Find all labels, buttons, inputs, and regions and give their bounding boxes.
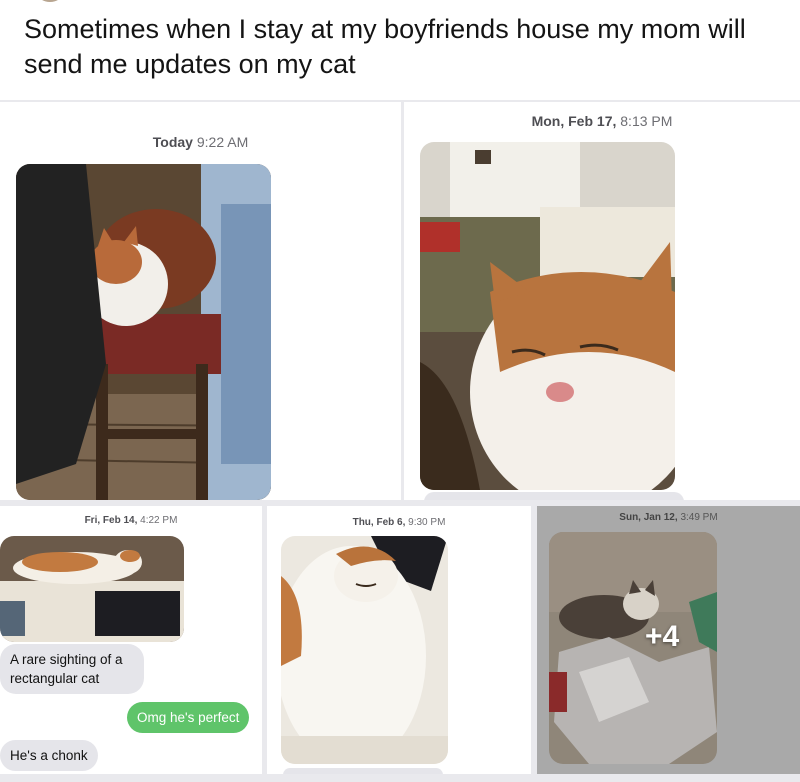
screenshot-feb-14: Fri, Feb 14, 4:22 PM A rare sighting of …: [0, 506, 262, 774]
timestamp-time: 9:22 AM: [196, 134, 249, 150]
post-caption: Sometimes when I stay at my boyfriends h…: [24, 14, 746, 79]
sent-message: Omg he's perfect: [127, 702, 250, 733]
message-bubble-partial: [283, 768, 443, 774]
timestamp-time: 4:22 PM: [140, 515, 178, 526]
screenshot-feb-6: Thu, Feb 6, 9:30 PM: [267, 506, 531, 774]
cat-sleeping-photo[interactable]: [281, 536, 448, 764]
more-photos-count[interactable]: +4: [645, 620, 679, 654]
timestamp-day: Thu, Feb 6,: [352, 517, 406, 528]
message-timestamp: Today 9:22 AM: [0, 134, 401, 150]
timestamp-day: Sun, Jan 12,: [619, 512, 678, 523]
screenshot-today: Today 9:22 AM: [0, 102, 401, 500]
screenshot-jan-12: Sun, Jan 12, 3:49 PM +4: [537, 506, 800, 774]
message-timestamp: Fri, Feb 14, 4:22 PM: [0, 515, 262, 526]
cat-closeup-photo[interactable]: [420, 142, 675, 490]
timestamp-time: 9:30 PM: [408, 517, 446, 528]
received-message: He's a chonk: [0, 740, 98, 771]
timestamp-day: Mon, Feb 17,: [531, 113, 617, 129]
message-timestamp: Sun, Jan 12, 3:49 PM: [537, 512, 800, 523]
message-bubble-partial: [424, 492, 684, 500]
avatar: [38, 0, 62, 2]
timestamp-time: 8:13 PM: [620, 113, 673, 129]
cat-lying-on-bed-photo[interactable]: [0, 536, 184, 642]
message-timestamp: Mon, Feb 17, 8:13 PM: [404, 113, 800, 129]
cat-on-chair-photo[interactable]: [16, 164, 271, 500]
timestamp-time: 3:49 PM: [680, 512, 718, 523]
timestamp-day: Today: [152, 134, 193, 150]
screenshot-feb-17: Mon, Feb 17, 8:13 PM: [404, 102, 800, 500]
timestamp-day: Fri, Feb 14,: [84, 515, 138, 526]
cat-in-wrapping-paper-photo[interactable]: [549, 532, 717, 764]
received-message: A rare sighting of a rectangular cat: [0, 644, 144, 694]
message-timestamp: Thu, Feb 6, 9:30 PM: [267, 517, 531, 528]
